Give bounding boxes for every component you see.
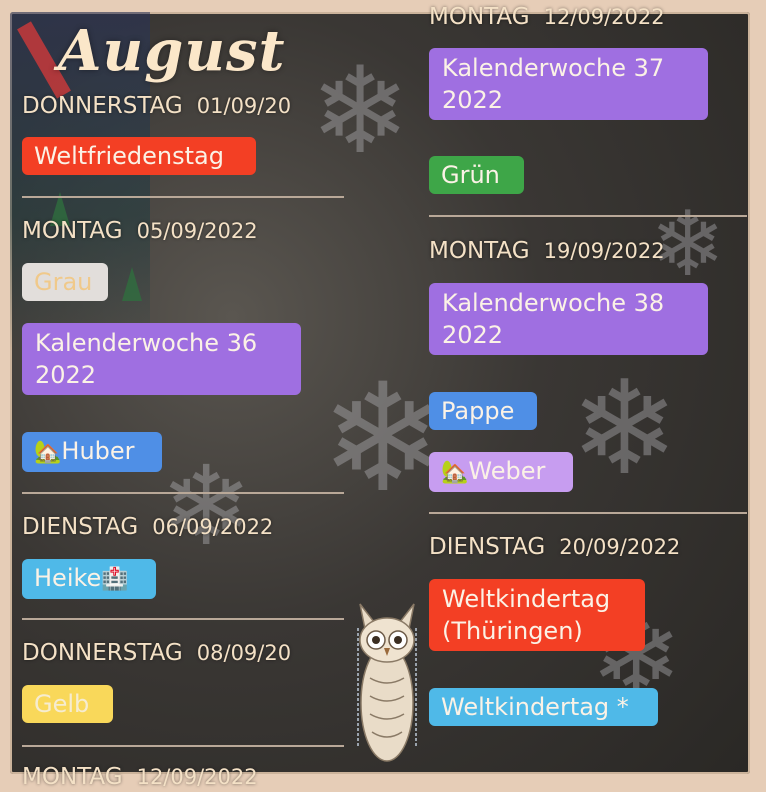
event-chip[interactable]: Weltfriedenstag xyxy=(22,137,256,175)
snowflake-icon: ❄ xyxy=(320,352,446,526)
date-label: 06/09/2022 xyxy=(152,515,274,539)
date-label: 12/09/2022 xyxy=(543,5,665,29)
day-header: DIENSTAG 06/09/2022 xyxy=(22,514,273,540)
day-header: MONTAG 05/09/2022 xyxy=(22,218,258,244)
day-divider xyxy=(22,618,344,620)
event-chip[interactable]: Heike🏥 xyxy=(22,559,156,599)
day-header: MONTAG 12/09/2022 xyxy=(22,764,258,790)
date-label: 05/09/2022 xyxy=(136,219,258,243)
event-chip-label: Huber xyxy=(61,437,135,465)
day-divider xyxy=(22,492,344,494)
weekday-label: DIENSTAG xyxy=(22,514,139,540)
day-divider xyxy=(22,745,344,747)
date-label: 19/09/2022 xyxy=(543,239,665,263)
weekday-label: MONTAG xyxy=(22,764,123,790)
event-chip[interactable]: Weltkindertag * xyxy=(429,688,658,726)
event-chip[interactable]: Pappe xyxy=(429,392,537,430)
event-chip[interactable]: Kalenderwoche 38 2022 xyxy=(429,283,708,355)
event-chip[interactable]: Weltkindertag (Thüringen) xyxy=(429,579,645,651)
event-chip[interactable]: Grün xyxy=(429,156,524,194)
house-with-garden-icon: 🏡 xyxy=(441,460,469,485)
weekday-label: DONNERSTAG xyxy=(22,640,183,666)
date-label: 12/09/2022 xyxy=(136,765,258,789)
month-title: August xyxy=(58,18,286,84)
date-label: 08/09/20 xyxy=(196,641,292,665)
day-divider xyxy=(22,196,344,198)
weekday-label: MONTAG xyxy=(429,238,530,264)
house-with-garden-icon: 🏡 xyxy=(34,440,62,465)
event-chip[interactable]: Grau xyxy=(22,263,108,301)
snowflake-icon: ❄ xyxy=(160,442,253,570)
weekday-label: MONTAG xyxy=(22,218,123,244)
date-label: 01/09/20 xyxy=(196,94,292,118)
event-chip[interactable]: 🏡Huber xyxy=(22,432,162,472)
event-chip[interactable]: Gelb xyxy=(22,685,113,723)
day-header: DONNERSTAG 01/09/20 xyxy=(22,93,291,119)
day-header: MONTAG 12/09/2022 xyxy=(429,4,665,30)
day-divider xyxy=(429,215,747,217)
weekday-label: DONNERSTAG xyxy=(22,93,183,119)
day-divider xyxy=(429,512,747,514)
background-tree-icon xyxy=(122,267,142,301)
event-chip[interactable]: Kalenderwoche 37 2022 xyxy=(429,48,708,120)
snowflake-icon: ❄ xyxy=(310,42,411,181)
event-chip[interactable]: 🏡Weber xyxy=(429,452,573,492)
event-chip-label: Heike xyxy=(34,564,102,592)
day-header: DIENSTAG 20/09/2022 xyxy=(429,534,680,560)
weekday-label: DIENSTAG xyxy=(429,534,546,560)
day-header: DONNERSTAG 08/09/20 xyxy=(22,640,291,666)
snowflake-icon: ❄ xyxy=(570,352,679,504)
event-chip[interactable]: Kalenderwoche 36 2022 xyxy=(22,323,301,395)
owl-figurine-icon xyxy=(357,603,417,762)
date-label: 20/09/2022 xyxy=(559,535,681,559)
day-header: MONTAG 19/09/2022 xyxy=(429,238,665,264)
hospital-icon: 🏥 xyxy=(101,567,129,592)
event-chip-label: Weber xyxy=(468,457,546,485)
weekday-label: MONTAG xyxy=(429,4,530,30)
